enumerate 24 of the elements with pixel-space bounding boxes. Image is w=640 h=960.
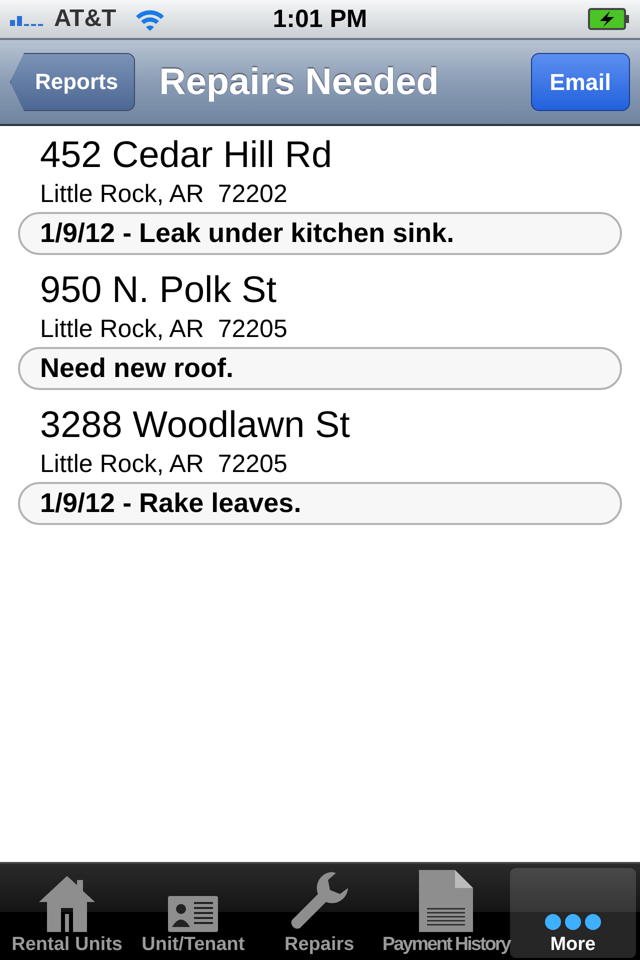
tab-item[interactable]: More [510,868,636,958]
city-line: Little Rock, AR 72205 [40,449,288,480]
carrier-name: AT&T [54,5,116,33]
street-address: 3288 Woodlawn St [40,404,351,446]
street-address: 452 Cedar Hill Rd [40,134,334,176]
street-address: 950 N. Polk St [40,269,278,311]
city-line: Little Rock, AR 72205 [40,314,288,345]
battery-icon [588,8,630,30]
tab-item[interactable]: Repairs [256,868,382,958]
tab-item[interactable]: Unit/Tenant [130,868,256,958]
repair-note: 1/9/12 - Leak under kitchen sink. [18,212,622,255]
tab-item[interactable]: Rental Units [4,868,130,958]
screen-title: Repairs Needed [159,61,440,103]
house-icon [37,874,98,932]
repair-note: 1/9/12 - Rake leaves. [18,482,622,525]
more-icon [542,912,603,932]
clock-time: 1:01 PM [272,4,368,34]
city-line: Little Rock, AR 72202 [40,179,288,210]
id-card-icon [168,896,218,932]
email-button[interactable]: Email [530,53,630,111]
tab-item[interactable]: Payment History [382,868,510,958]
back-button[interactable]: Reports [10,53,136,111]
document-icon [419,870,474,932]
repair-note: Need new roof. [18,347,622,390]
